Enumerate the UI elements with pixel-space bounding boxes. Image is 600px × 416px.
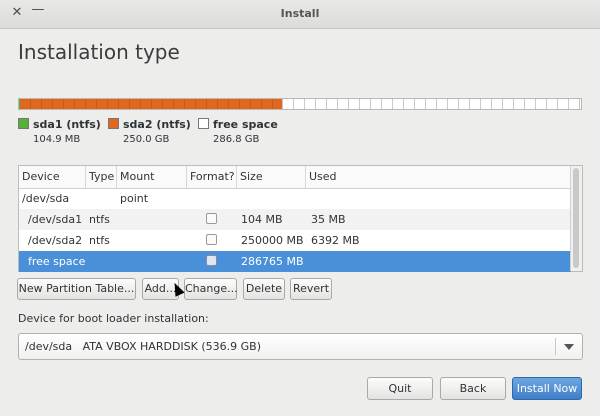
legend-size: 286.8 GB: [213, 134, 260, 145]
revert-button[interactable]: Revert: [290, 278, 332, 300]
legend-item-sda1: sda1 (ntfs) 104.9 MB: [18, 118, 101, 145]
table-row[interactable]: /dev/sda2 ntfs 250000 MB 6392 MB: [19, 230, 571, 251]
column-header-type[interactable]: Type: [86, 166, 117, 188]
partition-table[interactable]: Device Type Mount point Format? Size Use…: [18, 165, 583, 272]
delete-partition-button[interactable]: Delete: [243, 278, 285, 300]
cell-size: 104 MB: [241, 213, 283, 226]
quit-button[interactable]: Quit: [367, 377, 433, 400]
table-header: Device Type Mount point Format? Size Use…: [19, 166, 571, 205]
legend-name: free space: [213, 118, 278, 131]
cell-device: /dev/sda: [22, 192, 70, 205]
legend-name: sda1 (ntfs): [33, 118, 101, 131]
legend-swatch-icon: [108, 118, 119, 129]
legend-swatch-icon: [198, 118, 209, 129]
cell-device: free space: [28, 255, 86, 268]
titlebar: ✕ — Install: [0, 0, 600, 29]
scrollbar-thumb[interactable]: [573, 168, 579, 268]
cell-type: ntfs: [89, 213, 110, 226]
cell-device: /dev/sda2: [28, 234, 83, 247]
change-partition-button[interactable]: Change...: [184, 278, 238, 300]
bootloader-device-select[interactable]: /dev/sda ATA VBOX HARDDISK (536.9 GB): [18, 333, 583, 360]
column-header-mount-point[interactable]: Mount point: [117, 166, 187, 205]
cell-used: 35 MB: [311, 213, 346, 226]
combo-separator: [555, 338, 556, 355]
new-partition-table-button[interactable]: New Partition Table...: [17, 278, 136, 300]
table-scrollbar[interactable]: [570, 166, 582, 271]
cell-type: ntfs: [89, 234, 110, 247]
window-title: Install: [280, 7, 320, 20]
format-checkbox[interactable]: [206, 213, 217, 224]
installer-window: ✕ — Install Installation type sda1 (ntfs…: [0, 0, 600, 416]
column-header-format[interactable]: Format?: [187, 166, 237, 188]
cell-device: /dev/sda1: [28, 213, 83, 226]
column-header-device[interactable]: Device: [19, 166, 86, 188]
column-header-size[interactable]: Size: [237, 166, 306, 188]
legend-item-sda2: sda2 (ntfs) 250.0 GB: [108, 118, 191, 145]
install-now-button[interactable]: Install Now: [512, 377, 582, 400]
cell-size: 250000 MB: [241, 234, 304, 247]
format-checkbox[interactable]: [206, 234, 217, 245]
column-header-used[interactable]: Used: [306, 166, 571, 188]
page-title: Installation type: [18, 40, 180, 64]
legend-name: sda2 (ntfs): [123, 118, 191, 131]
legend-size: 104.9 MB: [33, 134, 81, 145]
table-row[interactable]: /dev/sda1 ntfs 104 MB 35 MB: [19, 209, 571, 230]
disk-segment-sda2: [20, 99, 282, 109]
bootloader-device-value: /dev/sda ATA VBOX HARDDISK (536.9 GB): [25, 340, 261, 353]
table-row-selected[interactable]: free space 286765 MB: [19, 251, 571, 272]
chevron-down-icon[interactable]: [564, 344, 574, 350]
legend-swatch-icon: [18, 118, 29, 129]
legend-item-free: free space 286.8 GB: [198, 118, 278, 145]
back-button[interactable]: Back: [440, 377, 506, 400]
bootloader-label: Device for boot loader installation:: [18, 312, 209, 325]
cell-used: 6392 MB: [311, 234, 360, 247]
disk-usage-bar: [18, 98, 582, 110]
legend-size: 250.0 GB: [123, 134, 170, 145]
format-checkbox[interactable]: [206, 255, 217, 266]
cell-size: 286765 MB: [241, 255, 304, 268]
table-row[interactable]: /dev/sda: [19, 188, 571, 209]
